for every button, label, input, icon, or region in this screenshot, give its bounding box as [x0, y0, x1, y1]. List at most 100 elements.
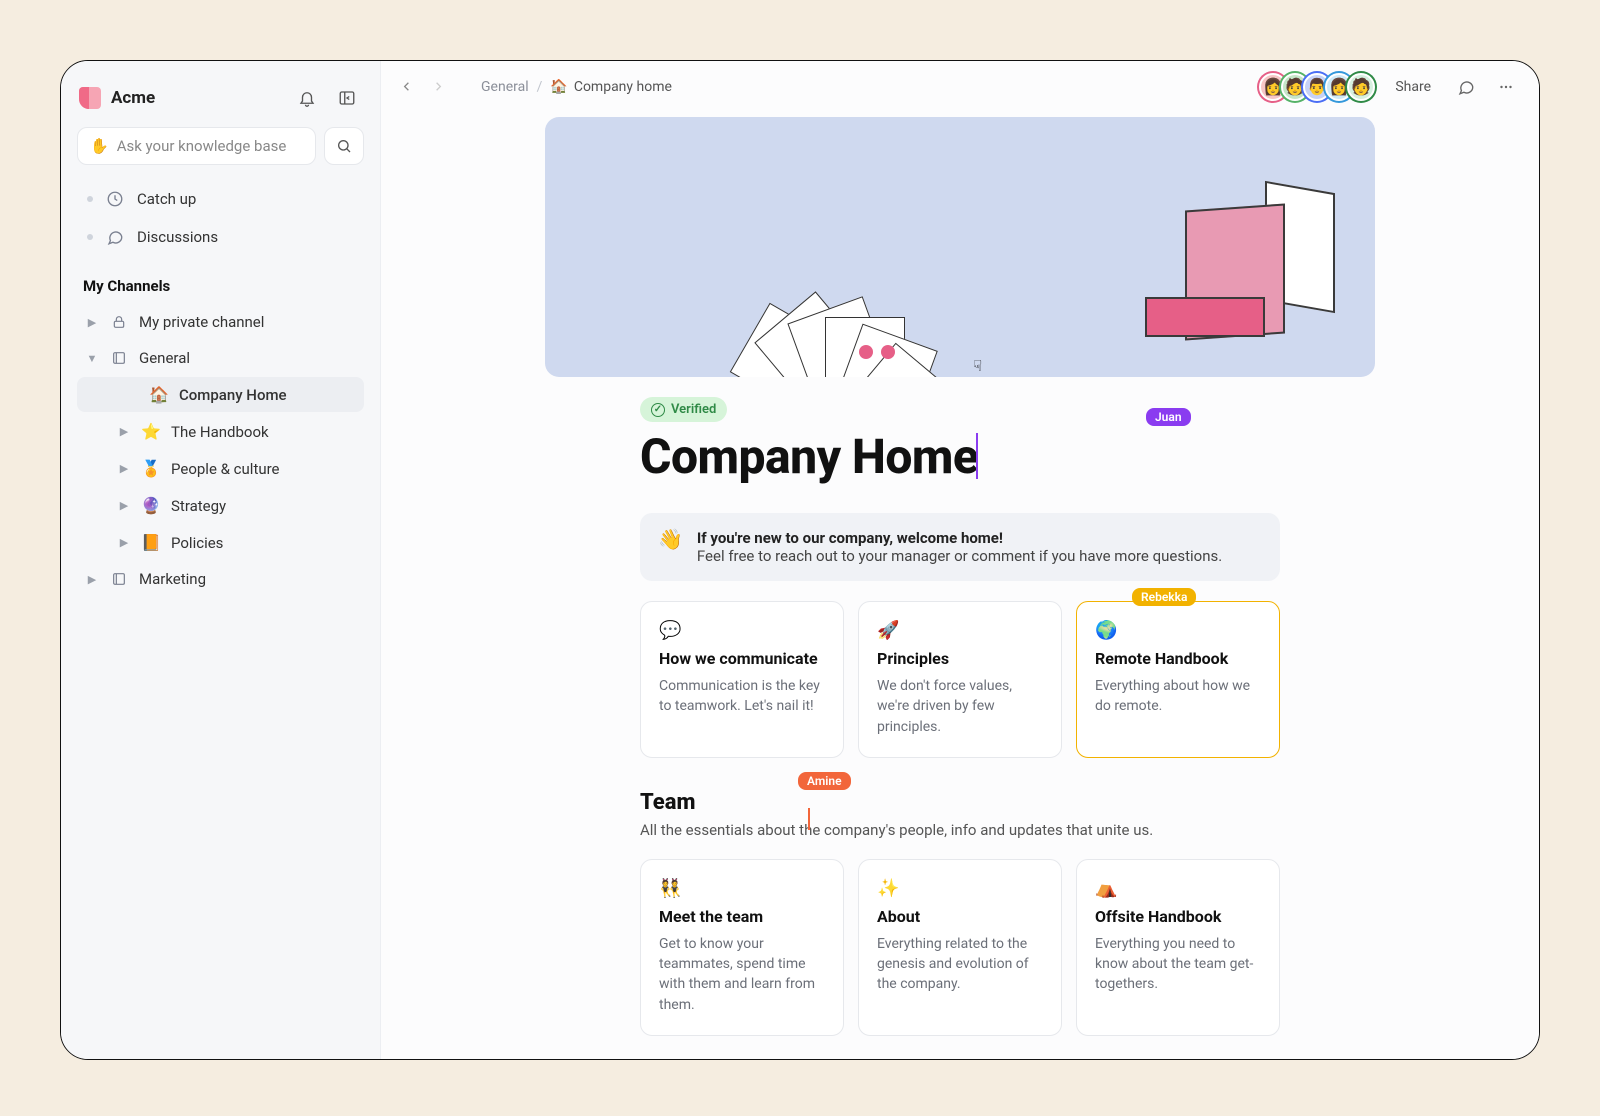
discussion-icon	[105, 228, 125, 246]
presence-avatars[interactable]: 👩🧑👨👩🧑	[1265, 73, 1375, 101]
page-company-home[interactable]: 🏠 Company Home	[77, 377, 364, 412]
topbar: General / 🏠 Company home 👩🧑👨👩🧑 Share	[381, 61, 1539, 113]
breadcrumb: General / 🏠 Company home	[481, 79, 672, 95]
more-menu-icon[interactable]	[1491, 72, 1521, 102]
card[interactable]: 💬How we communicateCommunication is the …	[640, 601, 844, 758]
chevron-down-icon[interactable]: ▼	[85, 352, 99, 365]
presence-cursor-rebekka: Rebekka	[1132, 588, 1196, 606]
cards-row-team: 👯 Meet the team Get to know your teammates…	[640, 859, 1280, 1036]
cursor-pointer-icon: ☟	[973, 357, 982, 375]
breadcrumb-current[interactable]: 🏠 Company home	[550, 79, 672, 95]
nav-forward-button[interactable]	[423, 72, 453, 102]
page-strategy[interactable]: ▶ 🔮 Strategy	[77, 488, 364, 523]
channels-heading: My Channels	[73, 255, 368, 305]
nav-catch-up[interactable]: Catch up	[77, 181, 364, 217]
emoji-icon: ⭐	[141, 422, 161, 441]
page-policies[interactable]: ▶ 📙 Policies	[77, 525, 364, 560]
card-desc: Everything about how we do remote.	[1095, 676, 1261, 717]
card-emoji-icon: 🌍	[1095, 620, 1261, 641]
breadcrumb-emoji-icon: 🏠	[550, 79, 567, 95]
card-desc: Get to know your teammates, spend time w…	[659, 934, 825, 1015]
clock-icon	[105, 190, 125, 208]
callout-body: Feel free to reach out to your manager o…	[697, 547, 1222, 565]
nav-discussions[interactable]: Discussions	[77, 219, 364, 255]
card-emoji-icon: 👯	[659, 878, 825, 899]
channel-general[interactable]: ▼ General	[77, 341, 364, 375]
workspace-name[interactable]: Acme	[111, 88, 282, 108]
card-emoji-icon: 🚀	[877, 620, 1043, 641]
nav-catch-up-label: Catch up	[137, 190, 196, 208]
page-cover[interactable]: ☟	[545, 117, 1375, 377]
chevron-right-icon[interactable]: ▶	[85, 316, 99, 329]
card[interactable]: ✨ About Everything related to the genesis …	[858, 859, 1062, 1036]
presence-cursor-juan: Juan	[1146, 408, 1191, 426]
lock-icon	[109, 314, 129, 330]
sparkle-hand-icon: ✋	[90, 137, 109, 155]
wave-emoji-icon: 👋	[658, 529, 683, 565]
page-company-home-label: Company Home	[179, 386, 287, 404]
emoji-icon: 🔮	[141, 496, 161, 515]
comment-icon[interactable]	[1451, 72, 1481, 102]
page-handbook[interactable]: ▶ ⭐ The Handbook	[77, 414, 364, 449]
verified-badge[interactable]: ✓ Verified	[640, 397, 727, 422]
channel-general-label: General	[139, 349, 190, 367]
sidebar: Acme ✋ Ask your knowledge base	[61, 61, 381, 1059]
breadcrumb-root[interactable]: General	[481, 79, 529, 95]
share-button[interactable]: Share	[1385, 73, 1441, 101]
workspace-logo-icon	[79, 87, 101, 109]
chevron-right-icon[interactable]: ▶	[117, 462, 131, 475]
page-people-culture[interactable]: ▶ 🏅 People & culture	[77, 451, 364, 486]
card-title: Principles	[877, 649, 1043, 668]
page-policies-label: Policies	[171, 534, 223, 552]
welcome-callout[interactable]: 👋 If you're new to our company, welcome …	[640, 513, 1280, 581]
card-title: Meet the team	[659, 907, 825, 926]
main: General / 🏠 Company home 👩🧑👨👩🧑 Share	[381, 61, 1539, 1059]
presence-cursor-amine: Amine	[798, 772, 851, 790]
search-icon-button[interactable]	[324, 127, 364, 165]
nav-discussions-label: Discussions	[137, 228, 218, 246]
card-title: About	[877, 907, 1043, 926]
hero-figure-icon: ☟	[735, 217, 955, 377]
channel-private[interactable]: ▶ My private channel	[77, 305, 364, 339]
card[interactable]: Rebekka🌍Remote HandbookEverything about …	[1076, 601, 1280, 758]
card-desc: Everything you need to know about the te…	[1095, 934, 1261, 995]
callout-title: If you're new to our company, welcome ho…	[697, 529, 1222, 547]
card-title: Remote Handbook	[1095, 649, 1261, 668]
channel-icon	[109, 571, 129, 587]
page-people-culture-label: People & culture	[171, 460, 280, 478]
breadcrumb-current-label: Company home	[574, 79, 672, 95]
search-placeholder: Ask your knowledge base	[117, 137, 287, 155]
chevron-right-icon[interactable]: ▶	[117, 499, 131, 512]
content-scroll[interactable]: ☟ ✓ Verified Company Home Juan 👋	[381, 113, 1539, 1059]
chevron-right-icon[interactable]: ▶	[85, 573, 99, 586]
collapse-sidebar-icon[interactable]	[332, 83, 362, 113]
breadcrumb-separator-icon: /	[537, 79, 543, 95]
card[interactable]: 👯 Meet the team Get to know your teammates…	[640, 859, 844, 1036]
card-emoji-icon: ✨	[877, 878, 1043, 899]
presence-cursor-stem-icon	[808, 808, 810, 830]
team-subheading: All the essentials about the company's p…	[640, 821, 1280, 839]
card-title: Offsite Handbook	[1095, 907, 1261, 926]
search-input[interactable]: ✋ Ask your knowledge base	[77, 127, 316, 165]
notifications-icon[interactable]	[292, 83, 322, 113]
emoji-icon: 🏅	[141, 459, 161, 478]
channel-marketing-label: Marketing	[139, 570, 206, 588]
team-heading: Team	[640, 790, 1280, 815]
avatar[interactable]: 🧑	[1347, 73, 1375, 101]
emoji-icon: 🏠	[149, 385, 169, 404]
card-emoji-icon: ⛺	[1095, 878, 1261, 899]
nav-dot-icon	[87, 196, 93, 202]
page-title[interactable]: Company Home	[640, 428, 1280, 485]
card-emoji-icon: 💬	[659, 620, 825, 641]
card[interactable]: 🚀 Principles We don't force values, we're …	[858, 601, 1062, 758]
card-desc: We don't force values, we're driven by f…	[877, 676, 1043, 737]
card[interactable]: ⛺ Offsite Handbook Everything you need to …	[1076, 859, 1280, 1036]
cards-row-top: 💬How we communicateCommunication is the …	[640, 601, 1280, 758]
emoji-icon: 📙	[141, 533, 161, 552]
card-desc: Everything related to the genesis and ev…	[877, 934, 1043, 995]
chevron-right-icon[interactable]: ▶	[117, 536, 131, 549]
verified-label: Verified	[671, 402, 716, 417]
chevron-right-icon[interactable]: ▶	[117, 425, 131, 438]
nav-back-button[interactable]	[391, 72, 421, 102]
channel-marketing[interactable]: ▶ Marketing	[77, 562, 364, 596]
